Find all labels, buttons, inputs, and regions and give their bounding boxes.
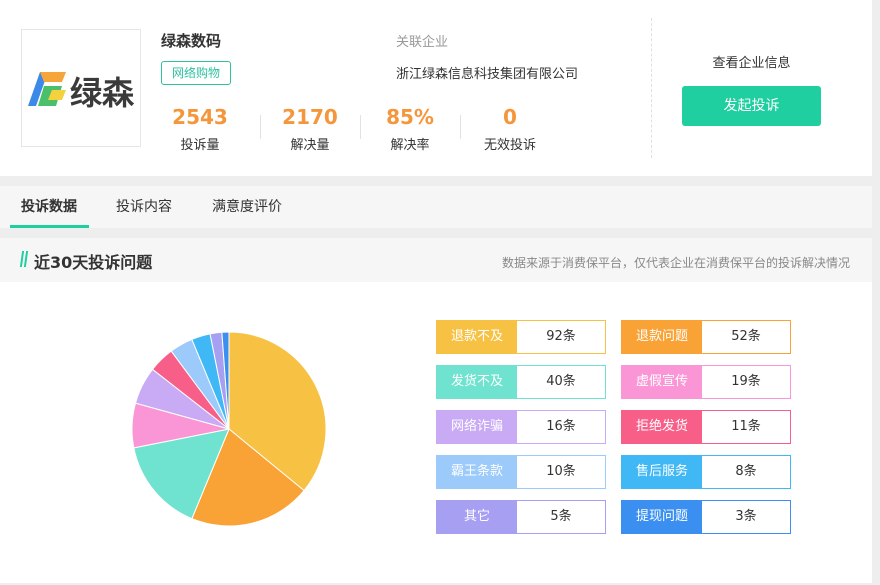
legend-category: 发货不及 <box>437 366 517 398</box>
stat-value: 0 <box>503 105 517 129</box>
company-card: 绿森 绿森数码 网络购物 2543 投诉量 2170 解决量 85% 解决率 0… <box>0 0 872 176</box>
stat-value: 2543 <box>172 105 228 129</box>
logo-text: 绿森 <box>70 74 135 110</box>
related-company-label: 关联企业 <box>396 35 449 50</box>
tab-bar: 投诉数据 投诉内容 满意度评价 <box>0 186 872 228</box>
legend-category: 霸王条款 <box>437 456 517 488</box>
panel-header: 近30天投诉问题 数据来源于消费保平台，仅代表企业在消费保平台的投诉解决情况 <box>0 238 872 282</box>
related-company-link[interactable]: 浙江绿森信息科技集团有限公司 <box>396 63 578 82</box>
file-complaint-button[interactable]: 发起投诉 <box>682 86 821 126</box>
legend-count: 3条 <box>735 509 757 524</box>
tab-complaint-data[interactable]: 投诉数据 <box>21 186 77 228</box>
stat-label: 解决率 <box>390 138 430 153</box>
legend-item[interactable]: 其它 5条 <box>436 500 606 534</box>
legend-item[interactable]: 网络诈骗 16条 <box>436 410 606 444</box>
legend-count: 92条 <box>546 329 576 344</box>
legend-item[interactable]: 虚假宣传 19条 <box>621 365 791 399</box>
tab-complaint-content[interactable]: 投诉内容 <box>116 186 172 228</box>
legend-item[interactable]: 提现问题 3条 <box>621 500 791 534</box>
legend-item[interactable]: 退款不及 92条 <box>436 320 606 354</box>
complaint-pie-chart <box>131 331 327 527</box>
stat-label: 解决量 <box>290 138 330 153</box>
legend-category: 退款问题 <box>622 321 702 353</box>
industry-tag[interactable]: 网络购物 <box>161 61 232 85</box>
legend-category: 虚假宣传 <box>622 366 702 398</box>
company-logo[interactable]: 绿森 <box>21 29 141 147</box>
legend-category: 售后服务 <box>622 456 702 488</box>
legend-category: 提现问题 <box>622 501 702 533</box>
view-company-info-link[interactable]: 查看企业信息 <box>682 52 821 71</box>
stat-resolve-rate: 85% 解决率 <box>365 104 455 153</box>
tab-satisfaction[interactable]: 满意度评价 <box>212 186 282 228</box>
data-source-note: 数据来源于消费保平台，仅代表企业在消费保平台的投诉解决情况 <box>501 256 850 270</box>
legend-count: 10条 <box>546 464 576 479</box>
legend-item[interactable]: 拒绝发货 11条 <box>621 410 791 444</box>
stat-invalid: 0 无效投诉 <box>465 104 555 153</box>
title-mark-icon <box>19 251 29 267</box>
legend-item[interactable]: 售后服务 8条 <box>621 455 791 489</box>
legend-count: 16条 <box>546 419 576 434</box>
legend-count: 19条 <box>731 374 761 389</box>
divider <box>651 18 652 158</box>
legend-item[interactable]: 霸王条款 10条 <box>436 455 606 489</box>
stat-value: 85% <box>386 105 434 129</box>
stat-label: 投诉量 <box>180 138 220 153</box>
active-tab-indicator <box>10 225 89 228</box>
legend-item[interactable]: 退款问题 52条 <box>621 320 791 354</box>
logo-mark-icon: 绿森 <box>28 72 135 110</box>
legend-count: 5条 <box>550 509 572 524</box>
legend-category: 其它 <box>437 501 517 533</box>
stat-label: 无效投诉 <box>483 138 536 153</box>
legend-count: 8条 <box>735 464 757 479</box>
legend-category: 拒绝发货 <box>622 411 702 443</box>
legend-item[interactable]: 发货不及 40条 <box>436 365 606 399</box>
stat-resolved: 2170 解决量 <box>265 104 355 153</box>
stat-divider <box>360 115 361 139</box>
legend-category: 网络诈骗 <box>437 411 517 443</box>
stat-divider <box>260 115 261 139</box>
stat-divider <box>460 115 461 139</box>
company-name: 绿森数码 <box>161 32 222 50</box>
legend-count: 40条 <box>546 374 576 389</box>
stat-complaints: 2543 投诉量 <box>155 104 245 153</box>
legend-count: 52条 <box>731 329 761 344</box>
section-title: 近30天投诉问题 <box>34 253 153 272</box>
legend-count: 11条 <box>731 419 761 434</box>
stat-value: 2170 <box>282 105 338 129</box>
legend-category: 退款不及 <box>437 321 517 353</box>
